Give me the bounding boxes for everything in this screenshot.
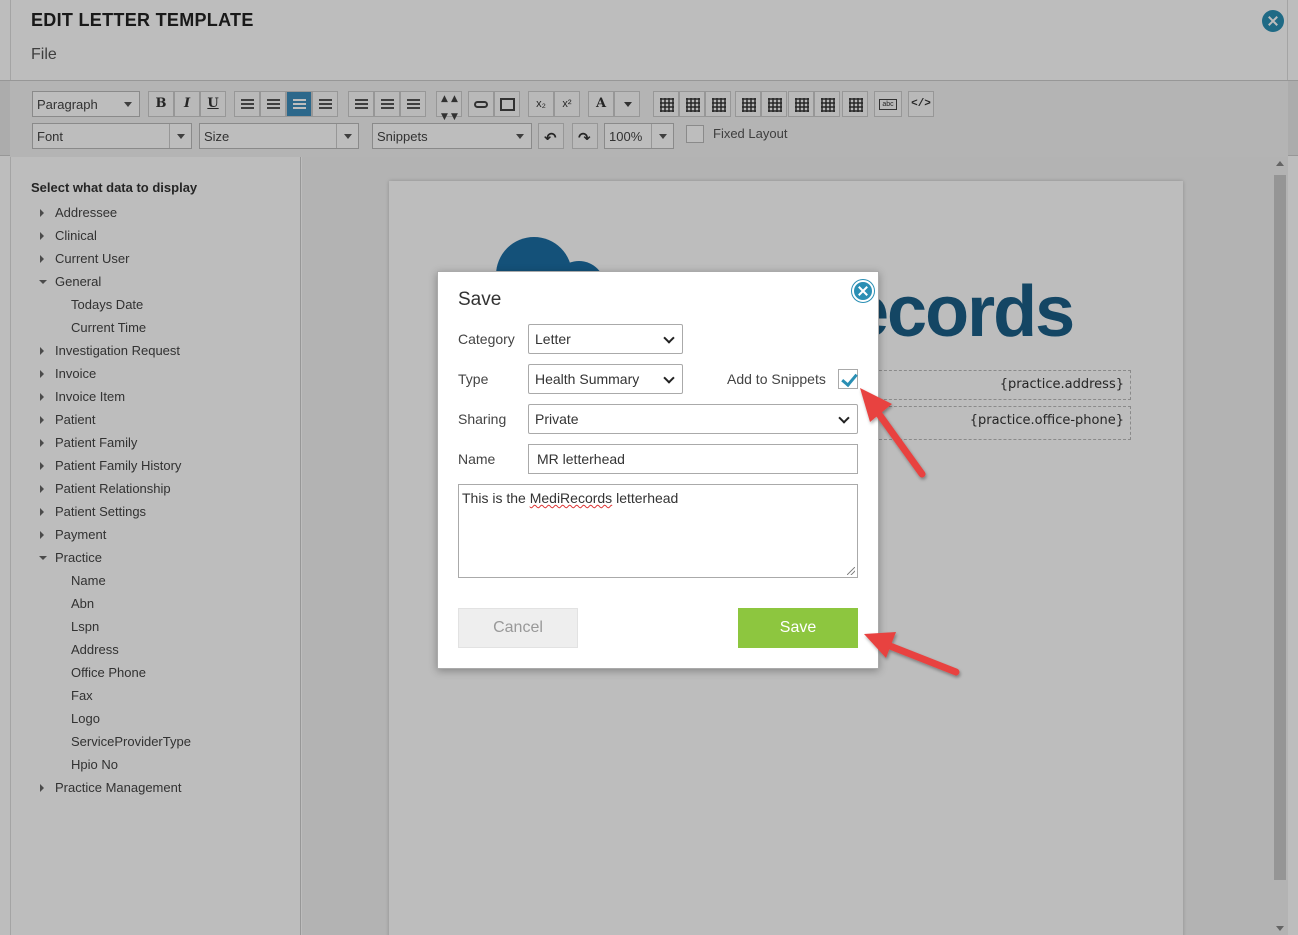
category-select[interactable]: Letter [528, 324, 683, 354]
save-dialog: Save Category Letter Type Health Summary… [437, 271, 879, 669]
type-select[interactable]: Health Summary [528, 364, 683, 394]
save-button[interactable]: Save [738, 608, 858, 648]
type-label: Type [458, 371, 489, 387]
description-text-end: letterhead [612, 490, 679, 506]
annotation-arrow-icon [860, 388, 926, 478]
category-label: Category [458, 331, 515, 347]
chevron-down-icon [663, 372, 675, 384]
type-value: Health Summary [535, 371, 640, 387]
misspelled-word: MediRecords [529, 490, 613, 506]
name-label: Name [458, 451, 496, 467]
sharing-label: Sharing [458, 411, 507, 427]
annotation-arrow-icon [864, 632, 960, 676]
category-value: Letter [535, 331, 571, 347]
cancel-button[interactable]: Cancel [458, 608, 578, 648]
sharing-select[interactable]: Private [528, 404, 858, 434]
description-text-start: This is the [462, 490, 530, 506]
description-textarea[interactable]: This is the MediRecords letterhead [458, 484, 858, 578]
dialog-title: Save [458, 289, 502, 310]
add-to-snippets-label: Add to Snippets [727, 371, 826, 387]
chevron-down-icon [663, 332, 675, 344]
close-icon[interactable] [852, 280, 874, 302]
sharing-value: Private [535, 411, 579, 427]
name-input[interactable] [528, 444, 858, 474]
description-text: This is the MediRecords letterhead [462, 490, 678, 506]
resize-grip-icon[interactable] [847, 567, 855, 575]
